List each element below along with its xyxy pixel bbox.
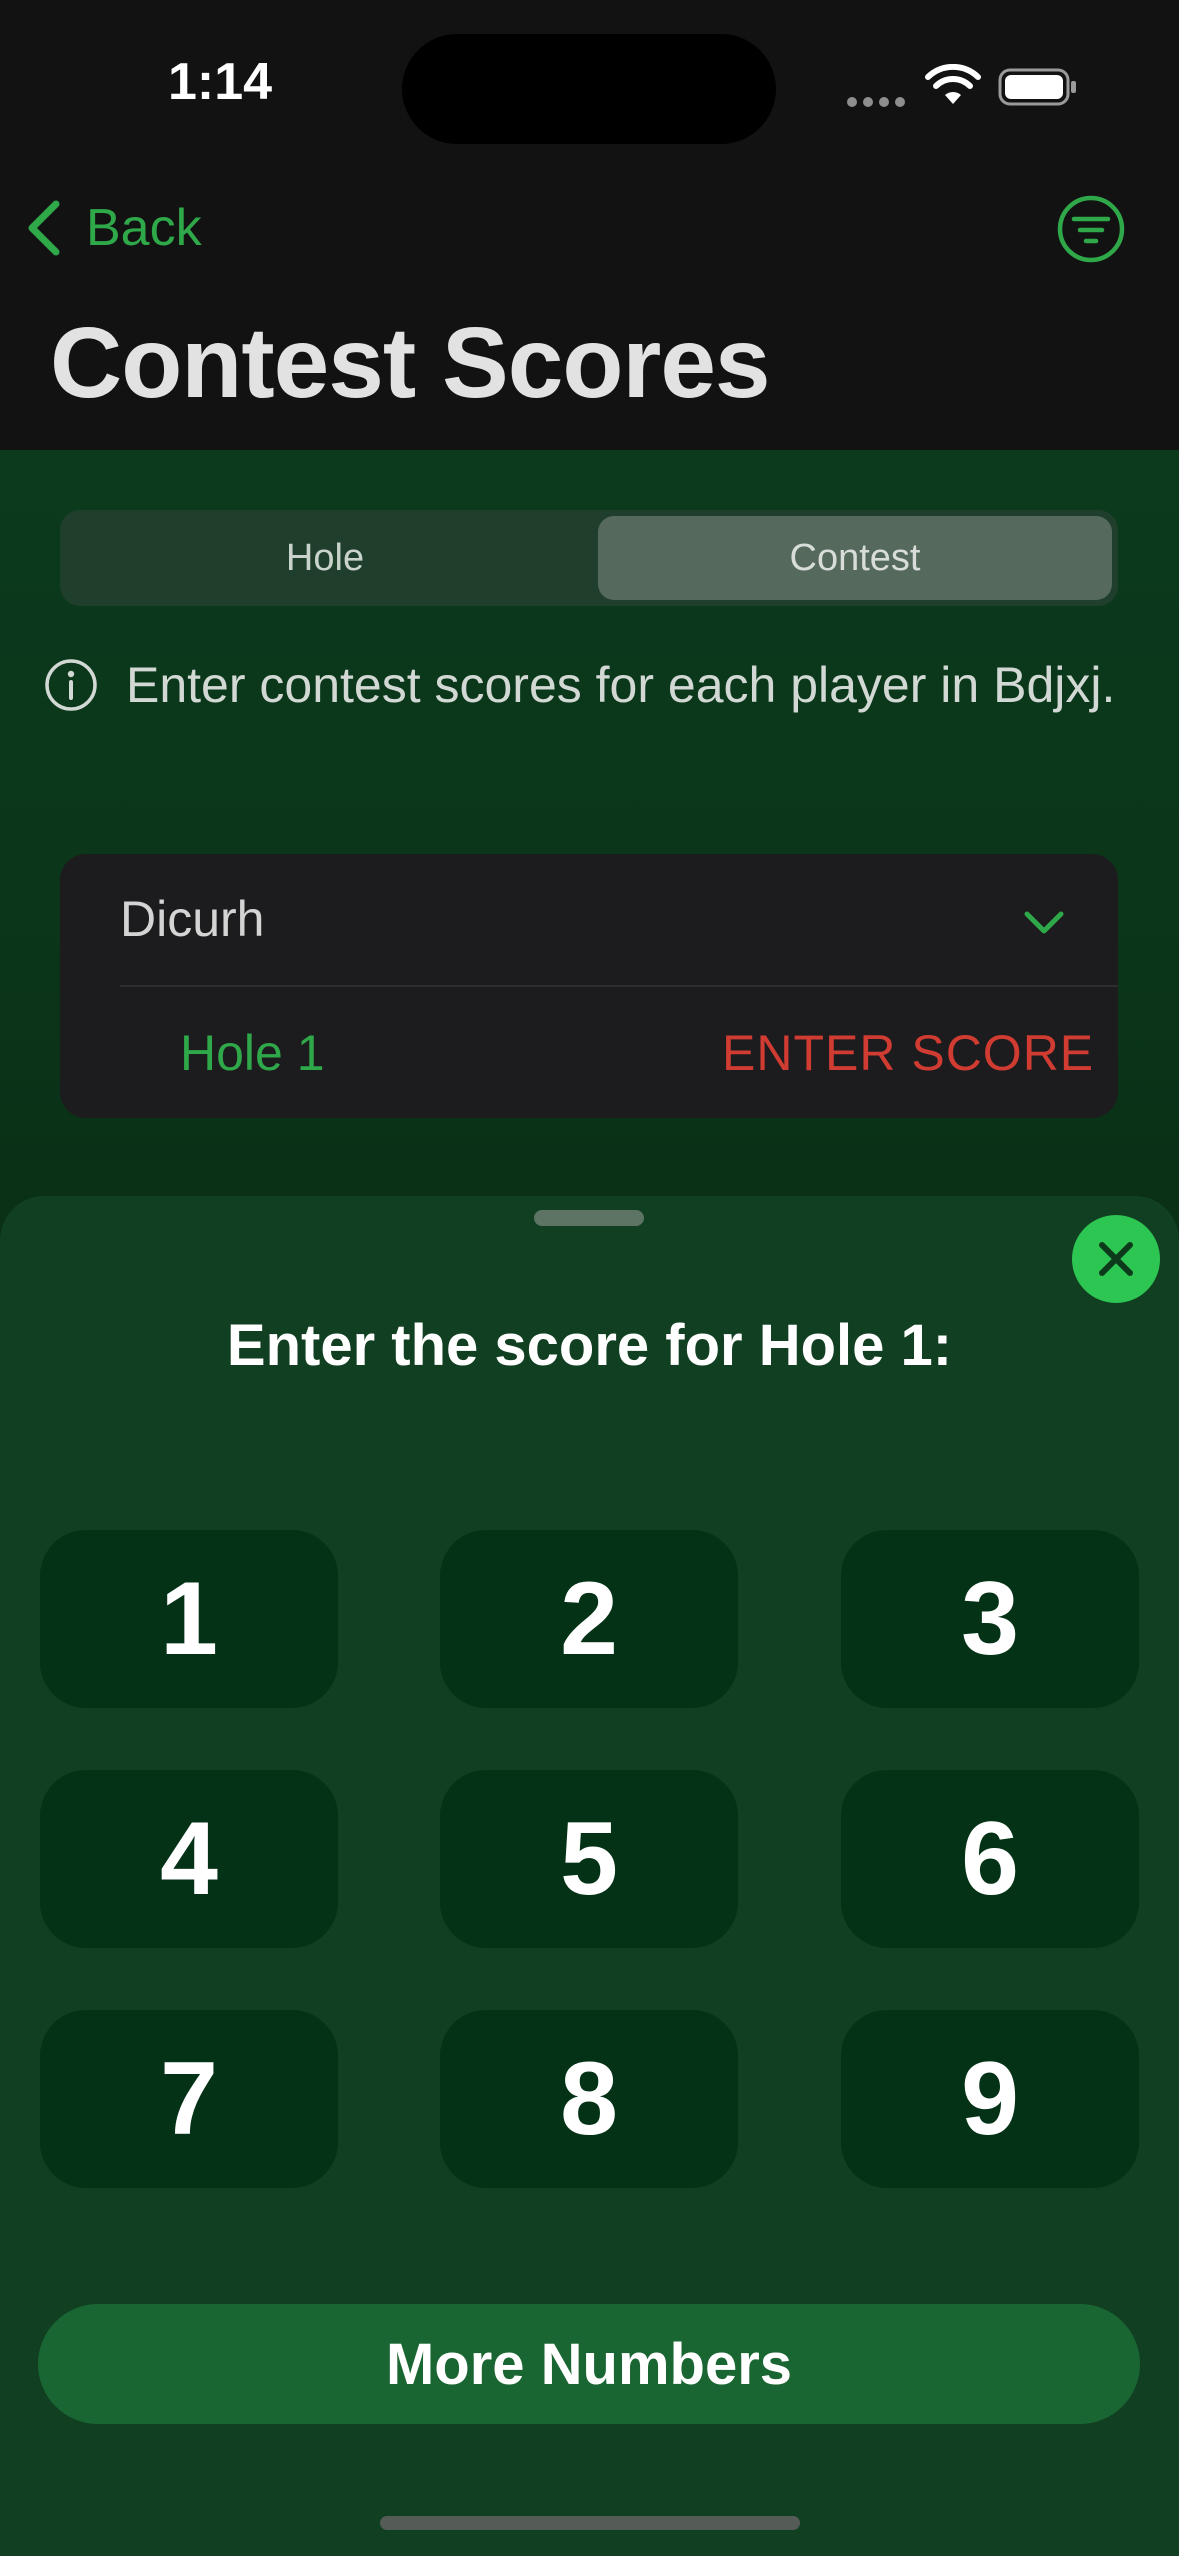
key-1[interactable]: 1 [40,1530,338,1708]
page-title: Contest Scores [50,307,771,419]
back-label: Back [86,199,202,257]
player-name[interactable]: Dicurh [120,890,264,948]
sheet-grabber[interactable] [534,1210,644,1226]
info-icon [45,659,97,711]
back-button[interactable]: Back [24,194,202,262]
key-5[interactable]: 5 [440,1770,738,1948]
key-4[interactable]: 4 [40,1770,338,1948]
battery-icon [998,68,1076,106]
chevron-down-icon[interactable] [1022,908,1066,938]
dynamic-island [402,34,776,144]
hole-label: Hole 1 [180,1025,325,1081]
info-message: Enter contest scores for each player in … [126,657,1116,713]
status-time: 1:14 [168,53,273,111]
tab-hole[interactable]: Hole [60,510,590,606]
filter-icon[interactable] [1056,194,1126,264]
key-8[interactable]: 8 [440,2010,738,2188]
enter-score-button[interactable]: ENTER SCORE [722,1024,1094,1082]
key-9[interactable]: 9 [841,2010,1139,2188]
chevron-left-icon [28,200,60,256]
key-3[interactable]: 3 [841,1530,1139,1708]
key-2[interactable]: 2 [440,1530,738,1708]
card-divider [120,985,1118,987]
more-numbers-button[interactable]: More Numbers [38,2304,1140,2424]
cellular-signal-icon [847,97,905,107]
close-icon [1099,1242,1133,1276]
home-indicator[interactable] [380,2516,800,2530]
key-6[interactable]: 6 [841,1770,1139,1948]
key-7[interactable]: 7 [40,2010,338,2188]
wifi-icon [925,64,981,104]
sheet-title: Enter the score for Hole 1: [226,1313,953,1378]
close-button[interactable] [1072,1215,1160,1303]
tab-contest[interactable]: Contest [598,516,1112,600]
